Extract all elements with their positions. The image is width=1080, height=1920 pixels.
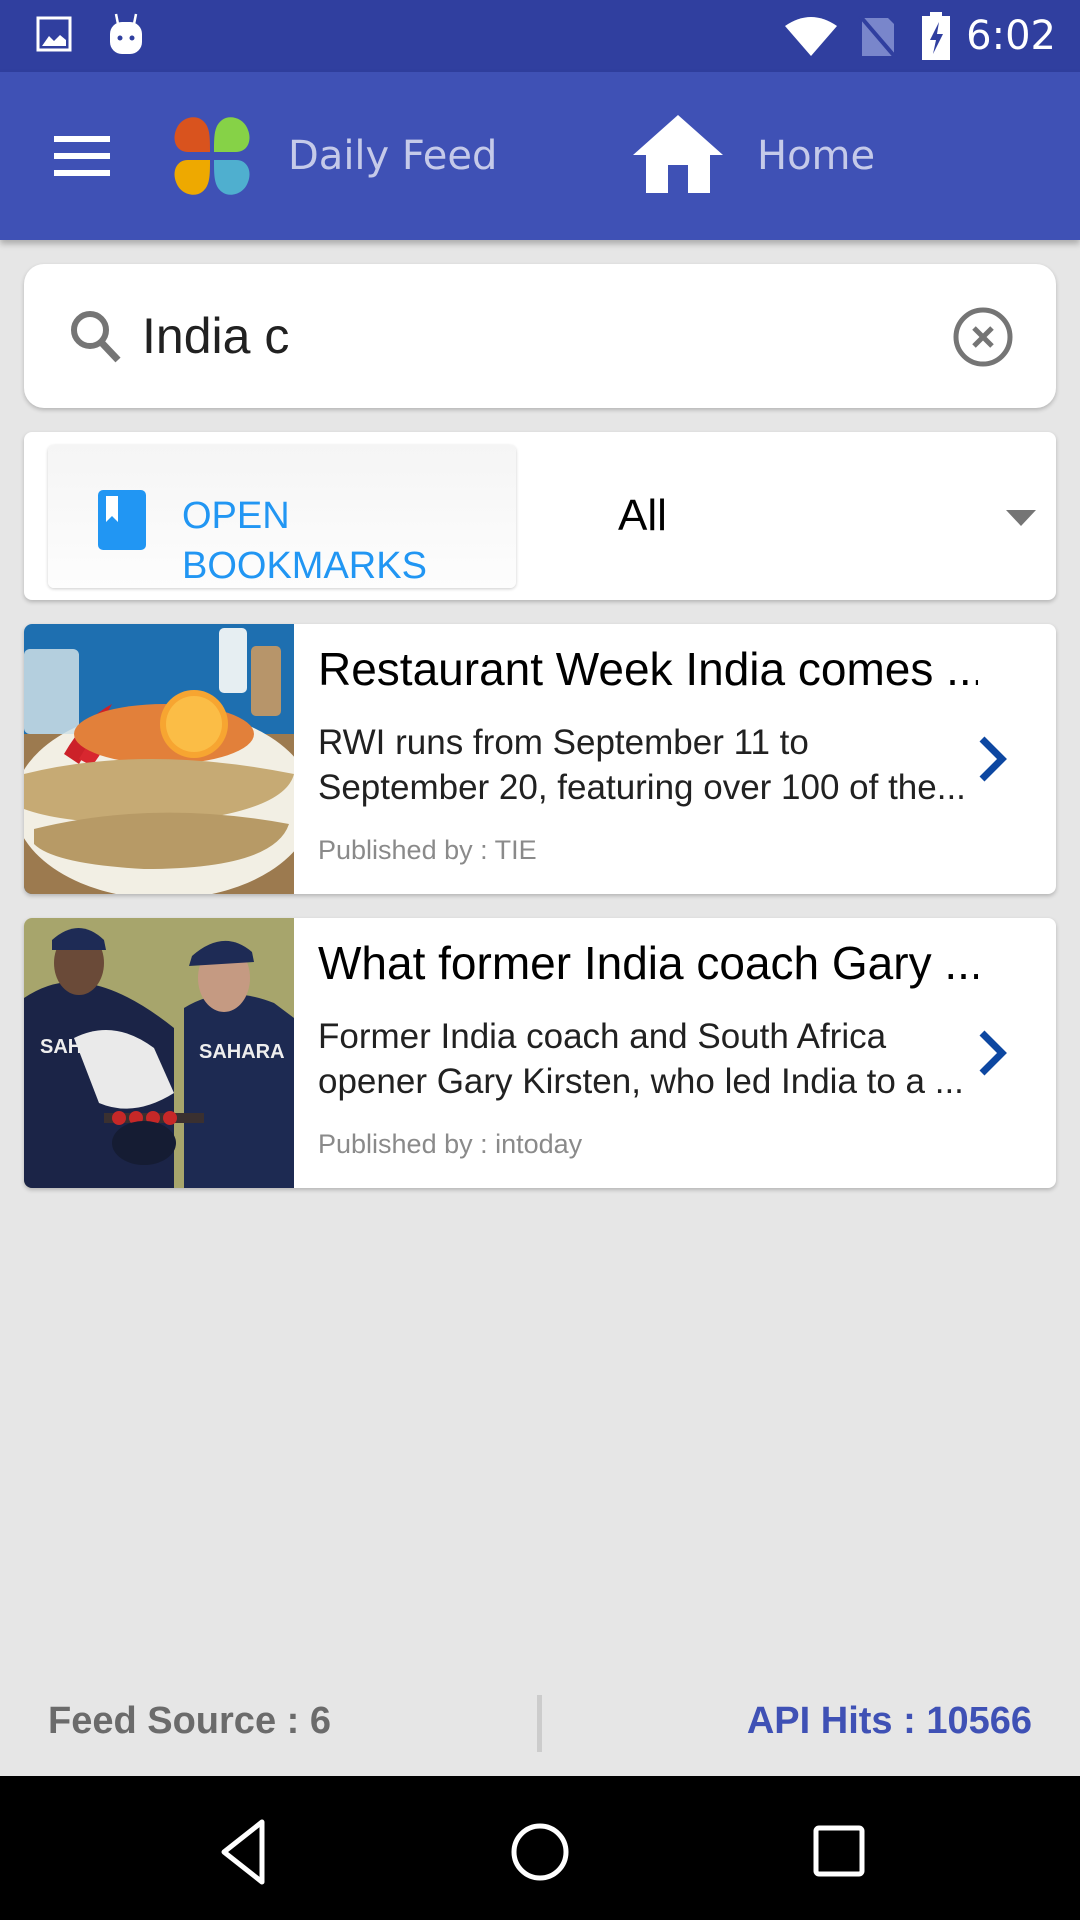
- article-description: Former India coach and South Africa open…: [318, 1014, 968, 1104]
- category-selected-value: All: [618, 491, 667, 540]
- no-sim-icon: [858, 14, 898, 58]
- api-hits-count: API Hits : 10566: [746, 1700, 1032, 1742]
- battery-charging-icon: [922, 12, 950, 60]
- recents-button[interactable]: [800, 1816, 880, 1888]
- article-description-line: opener Gary Kirsten, who led India to a …: [318, 1062, 964, 1101]
- search-bar: [24, 264, 1056, 408]
- article-card[interactable]: SAHAR SAHARA What former India coach Gar…: [24, 918, 1056, 1188]
- feed-source-count: Feed Source : 6: [48, 1700, 331, 1742]
- article-publisher: Published by : TIE: [318, 835, 537, 865]
- app-title: Daily Feed: [288, 133, 498, 179]
- back-button[interactable]: [204, 1816, 284, 1888]
- home-icon[interactable]: [633, 115, 723, 193]
- search-icon: [71, 311, 121, 363]
- clear-search-button[interactable]: [952, 306, 1014, 368]
- bookmark-icon: [98, 490, 146, 550]
- food-plate-photo: [24, 624, 294, 894]
- navigation-bar: [0, 1776, 1080, 1920]
- article-thumbnail-food: [24, 624, 294, 894]
- search-input[interactable]: [142, 304, 942, 368]
- status-bar: 6:02: [0, 0, 1080, 72]
- article-title[interactable]: What former India coach Gary ...: [318, 932, 978, 994]
- svg-text:SAHARA: SAHARA: [199, 1041, 285, 1063]
- cricket-players-photo: SAHAR SAHARA: [24, 918, 294, 1188]
- article-publisher: Published by : intoday: [318, 1129, 583, 1159]
- hamburger-menu-icon[interactable]: [54, 136, 112, 176]
- footer-divider: [537, 1695, 542, 1752]
- category-dropdown[interactable]: All: [544, 432, 1056, 600]
- dropdown-arrow-icon: [1006, 510, 1036, 526]
- app-bar: Daily Feed Home: [0, 72, 1080, 240]
- clover-logo-icon: [174, 117, 250, 195]
- wifi-icon: [785, 17, 837, 56]
- filter-bar: OPEN BOOKMARKS All: [24, 432, 1056, 600]
- article-description-line: September 20, featuring over 100 of the.…: [318, 768, 966, 807]
- open-bookmarks-label: OPEN BOOKMARKS: [182, 495, 427, 587]
- open-bookmarks-button[interactable]: OPEN BOOKMARKS: [48, 445, 516, 588]
- article-description-line: RWI runs from September 11 to: [318, 723, 809, 762]
- clock: 6:02: [966, 13, 1056, 59]
- article-thumbnail-cricket: SAHAR SAHARA: [24, 918, 294, 1188]
- section-title: Home: [757, 133, 876, 179]
- article-card[interactable]: Restaurant Week India comes ... RWI runs…: [24, 624, 1056, 894]
- article-title[interactable]: Restaurant Week India comes ...: [318, 638, 978, 700]
- android-notification-icon: [110, 13, 142, 54]
- chevron-right-icon[interactable]: [974, 1025, 1014, 1081]
- footer-stats: Feed Source : 6 API Hits : 10566: [0, 1660, 1080, 1776]
- chevron-right-icon[interactable]: [974, 731, 1014, 787]
- image-notification-icon: [36, 16, 72, 52]
- home-nav-button[interactable]: [500, 1816, 580, 1888]
- article-description: RWI runs from September 11 to September …: [318, 720, 968, 810]
- article-description-line: Former India coach and South Africa: [318, 1017, 887, 1056]
